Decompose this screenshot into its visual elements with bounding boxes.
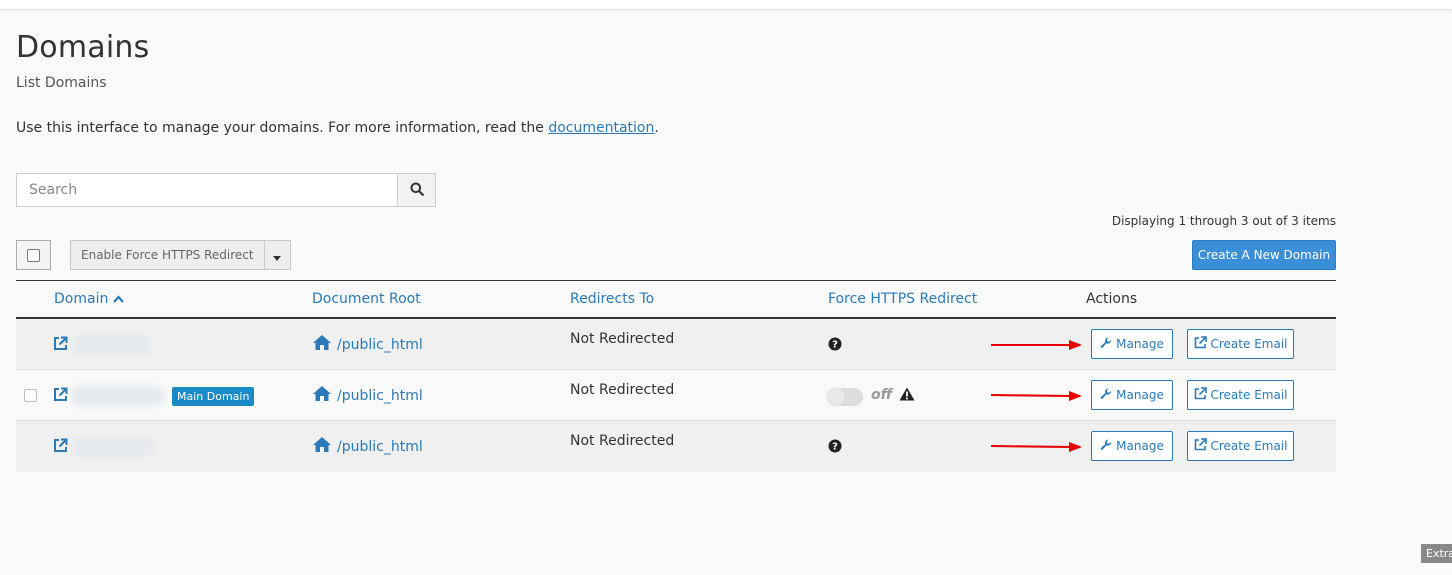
search-bar (16, 173, 436, 207)
enable-force-https-button[interactable]: Enable Force HTTPS Redirect (70, 240, 265, 270)
warning-icon[interactable] (899, 387, 915, 405)
manage-button[interactable]: Manage (1091, 380, 1173, 410)
column-document-root[interactable]: Document Root (312, 291, 421, 307)
document-root-link[interactable]: /public_html (312, 436, 423, 457)
domain-name-redacted[interactable] (72, 335, 152, 355)
domains-table: Domain Document Root Redirects To Force … (16, 280, 1336, 472)
redirect-status: Not Redirected (570, 433, 675, 449)
extra-tab[interactable]: Extra (1421, 544, 1452, 563)
pagination-status: Displaying 1 through 3 out of 3 items (1111, 214, 1336, 228)
toggle-state-label: off (871, 387, 893, 403)
external-link-icon[interactable] (53, 336, 68, 355)
select-all-checkbox[interactable] (16, 240, 51, 270)
search-input[interactable] (16, 173, 397, 207)
search-icon (410, 181, 424, 200)
top-bar (0, 0, 1452, 10)
column-redirects-to[interactable]: Redirects To (570, 291, 654, 307)
share-icon (1194, 387, 1207, 403)
column-actions: Actions (1086, 291, 1138, 307)
column-force-https[interactable]: Force HTTPS Redirect (828, 291, 977, 307)
home-icon (312, 385, 332, 406)
search-button[interactable] (397, 173, 436, 207)
share-icon (1194, 438, 1207, 454)
sort-up-icon (112, 291, 124, 307)
svg-text:?: ? (832, 340, 838, 351)
question-circle-icon[interactable]: ? (828, 439, 842, 457)
bulk-action-dropdown[interactable] (264, 240, 291, 270)
annotation-arrow (990, 390, 1083, 406)
column-domain[interactable]: Domain (54, 291, 124, 307)
page-title: Domains (16, 30, 150, 65)
redirect-status: Not Redirected (570, 331, 675, 347)
document-root-link[interactable]: /public_html (312, 334, 423, 355)
annotation-arrow (991, 339, 1083, 355)
svg-text:?: ? (832, 442, 838, 453)
home-icon (312, 334, 332, 355)
intro-text: Use this interface to manage your domain… (16, 120, 659, 136)
wrench-icon (1100, 337, 1112, 352)
caret-down-icon (273, 246, 282, 265)
manage-button[interactable]: Manage (1091, 329, 1173, 359)
wrench-icon (1100, 439, 1112, 454)
create-email-button[interactable]: Create Email (1187, 329, 1294, 359)
force-https-toggle[interactable] (827, 388, 863, 406)
main-domain-badge: Main Domain (172, 387, 255, 406)
external-link-icon[interactable] (53, 387, 68, 406)
table-row: /public_html Not Redirected ? Manage Cre… (16, 421, 1336, 472)
row-checkbox[interactable] (24, 389, 37, 402)
document-root-link[interactable]: /public_html (312, 385, 423, 406)
create-email-button[interactable]: Create Email (1187, 431, 1294, 461)
manage-button[interactable]: Manage (1091, 431, 1173, 461)
question-circle-icon[interactable]: ? (828, 337, 842, 355)
redirect-status: Not Redirected (570, 382, 675, 398)
external-link-icon[interactable] (53, 438, 68, 457)
table-row: Main Domain /public_html Not Redirected … (16, 370, 1336, 421)
domain-name-redacted[interactable] (72, 437, 154, 457)
create-new-domain-button[interactable]: Create A New Domain (1192, 240, 1336, 270)
share-icon (1194, 336, 1207, 352)
documentation-link[interactable]: documentation (548, 120, 654, 136)
wrench-icon (1100, 388, 1112, 403)
bulk-action-group: Enable Force HTTPS Redirect (70, 240, 291, 270)
annotation-arrow (990, 441, 1083, 457)
table-header: Domain Document Root Redirects To Force … (16, 281, 1336, 319)
home-icon (312, 436, 332, 457)
table-row: /public_html Not Redirected ? Manage Cre… (16, 319, 1336, 370)
domain-name-redacted[interactable] (72, 386, 164, 406)
create-email-button[interactable]: Create Email (1187, 380, 1294, 410)
page-subtitle: List Domains (16, 75, 107, 91)
